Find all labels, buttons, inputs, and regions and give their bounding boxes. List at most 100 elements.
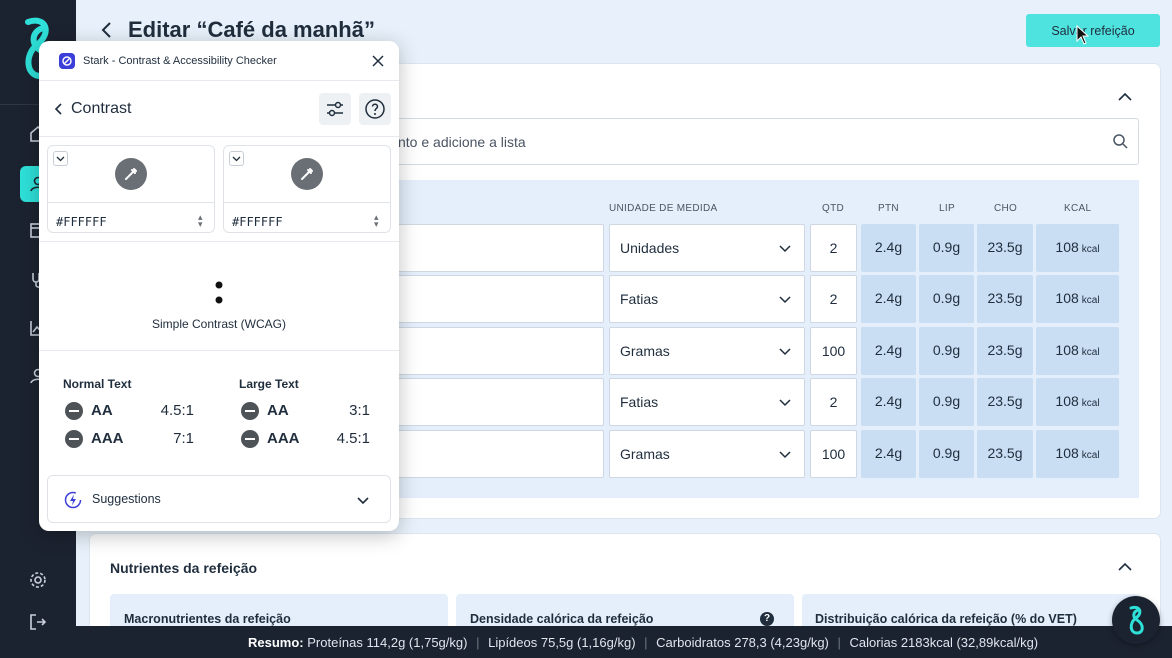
quantity-input[interactable]: 100 xyxy=(810,327,857,375)
ptn-value: 2.4g xyxy=(874,290,903,306)
unit-value: Fatias xyxy=(620,394,659,410)
back-arrow-icon[interactable] xyxy=(96,18,120,42)
qty-value: 100 xyxy=(821,446,846,462)
cho-cell: 23.5g xyxy=(977,378,1033,426)
lip-cell: 0.9g xyxy=(919,275,974,323)
kcal-unit: kcal xyxy=(1081,295,1100,306)
contrast-mode[interactable]: Simple Contrast (WCAG) xyxy=(39,317,399,331)
cho-value: 23.5g xyxy=(987,445,1023,461)
food-name-field[interactable] xyxy=(390,224,604,272)
normal-aa-ratio: 4.5:1 xyxy=(160,402,194,419)
divider xyxy=(224,202,390,203)
stepper-icon[interactable]: ▴ ▾ xyxy=(198,213,203,229)
distribution-title: Distribuição calórica da refeição (% do … xyxy=(815,612,1077,626)
kcal-value: 108 xyxy=(1055,290,1079,306)
fail-icon xyxy=(65,402,83,420)
kcal-unit: kcal xyxy=(1081,347,1100,358)
unit-select[interactable]: Gramas xyxy=(609,430,805,478)
collapse-foods-chevron-icon[interactable] xyxy=(1116,88,1134,106)
kcal-cell: 108 kcal xyxy=(1036,378,1119,426)
foreground-hex[interactable]: #FFFFFF xyxy=(56,215,107,229)
food-name-field[interactable] xyxy=(390,327,604,375)
unit-select[interactable]: Fatias xyxy=(609,378,805,426)
normal-aaa-ratio: 7:1 xyxy=(173,430,194,447)
question-icon xyxy=(365,99,385,119)
quantity-input[interactable]: 2 xyxy=(810,378,857,426)
unit-value: Gramas xyxy=(620,343,670,359)
summary-lipids: Lipídeos 75,5g (1,16g/kg) xyxy=(488,635,636,650)
ptn-value: 2.4g xyxy=(874,445,903,461)
search-icon[interactable] xyxy=(1112,133,1128,149)
kcal-unit: kcal xyxy=(1081,244,1100,255)
chevron-down-icon xyxy=(779,451,791,459)
background-picker[interactable]: #FFFFFF ▴ ▾ xyxy=(223,145,391,233)
kcal-value: 108 xyxy=(1055,393,1079,409)
kcal-cell: 108 kcal xyxy=(1036,430,1119,478)
settings-icon[interactable] xyxy=(26,568,50,592)
foreground-picker[interactable]: #FFFFFF ▴ ▾ xyxy=(47,145,215,233)
ratio-colon-icon xyxy=(215,281,223,304)
header-cho: CHO xyxy=(994,203,1018,214)
quantity-input[interactable]: 100 xyxy=(810,430,857,478)
lightning-icon xyxy=(64,491,82,509)
kcal-unit: kcal xyxy=(1081,450,1100,461)
fail-icon xyxy=(241,402,259,420)
dropdown-chevron-icon[interactable] xyxy=(229,151,244,166)
chevron-down-icon xyxy=(357,497,369,505)
density-title: Densidade calórica da refeição xyxy=(470,612,654,626)
normal-aaa-label: AAA xyxy=(91,430,124,447)
quantity-input[interactable]: 2 xyxy=(810,275,857,323)
lip-value: 0.9g xyxy=(932,342,961,358)
suggestions-label: Suggestions xyxy=(92,492,161,506)
qty-value: 100 xyxy=(821,343,846,359)
chevron-down-icon xyxy=(779,399,791,407)
fail-icon xyxy=(241,430,259,448)
filters-button[interactable] xyxy=(319,93,351,125)
chevron-down-icon xyxy=(779,296,791,304)
sliders-icon xyxy=(327,101,343,117)
help-button[interactable] xyxy=(359,93,391,125)
stark-title: Stark - Contrast & Accessibility Checker xyxy=(83,55,277,67)
food-name-field[interactable] xyxy=(390,275,604,323)
app-logo-icon xyxy=(1129,605,1144,635)
kcal-value: 108 xyxy=(1055,239,1079,255)
logout-icon[interactable] xyxy=(26,610,50,634)
cho-cell: 23.5g xyxy=(977,430,1033,478)
close-icon[interactable] xyxy=(371,54,385,68)
collapse-nutrients-chevron-icon[interactable] xyxy=(1116,558,1134,576)
header-lip: LIP xyxy=(939,203,955,214)
food-name-field[interactable] xyxy=(390,378,604,426)
save-meal-button[interactable]: Salvar refeição xyxy=(1026,14,1160,47)
summary-calories: Calorias 2183kcal (32,89kcal/kg) xyxy=(849,635,1039,650)
suggestions-accordion[interactable]: Suggestions xyxy=(47,475,391,523)
large-aa-label: AA xyxy=(267,402,289,419)
ptn-cell: 2.4g xyxy=(861,430,916,478)
unit-value: Fatias xyxy=(620,291,659,307)
eyedropper-icon[interactable] xyxy=(291,158,323,190)
quantity-input[interactable]: 2 xyxy=(810,224,857,272)
unit-select[interactable]: Unidades xyxy=(609,224,805,272)
lip-value: 0.9g xyxy=(932,239,961,255)
unit-select[interactable]: Fatias xyxy=(609,275,805,323)
back-chevron-icon[interactable] xyxy=(52,102,66,116)
eyedropper-icon[interactable] xyxy=(115,158,147,190)
stark-panel: Stark - Contrast & Accessibility Checker… xyxy=(39,41,399,531)
qty-value: 2 xyxy=(829,240,838,256)
summary-footer: Resumo: Proteínas 114,2g (1,75g/kg) | Li… xyxy=(76,626,1172,658)
qty-value: 2 xyxy=(829,394,838,410)
nutrients-title: Nutrientes da refeição xyxy=(110,560,258,576)
background-hex[interactable]: #FFFFFF xyxy=(232,215,283,229)
large-aaa-ratio: 4.5:1 xyxy=(336,430,370,447)
help-icon[interactable]: ? xyxy=(760,612,774,626)
unit-select[interactable]: Gramas xyxy=(609,327,805,375)
stepper-icon[interactable]: ▴ ▾ xyxy=(374,213,379,229)
summary-protein: Proteínas 114,2g (1,75g/kg) xyxy=(307,635,468,650)
cho-value: 23.5g xyxy=(987,342,1023,358)
floating-help-button[interactable] xyxy=(1112,596,1160,644)
dropdown-chevron-icon[interactable] xyxy=(53,151,68,166)
separator: | xyxy=(644,635,648,650)
normal-aa-label: AA xyxy=(91,402,113,419)
food-name-field[interactable] xyxy=(390,430,604,478)
ptn-value: 2.4g xyxy=(874,393,903,409)
lip-cell: 0.9g xyxy=(919,430,974,478)
